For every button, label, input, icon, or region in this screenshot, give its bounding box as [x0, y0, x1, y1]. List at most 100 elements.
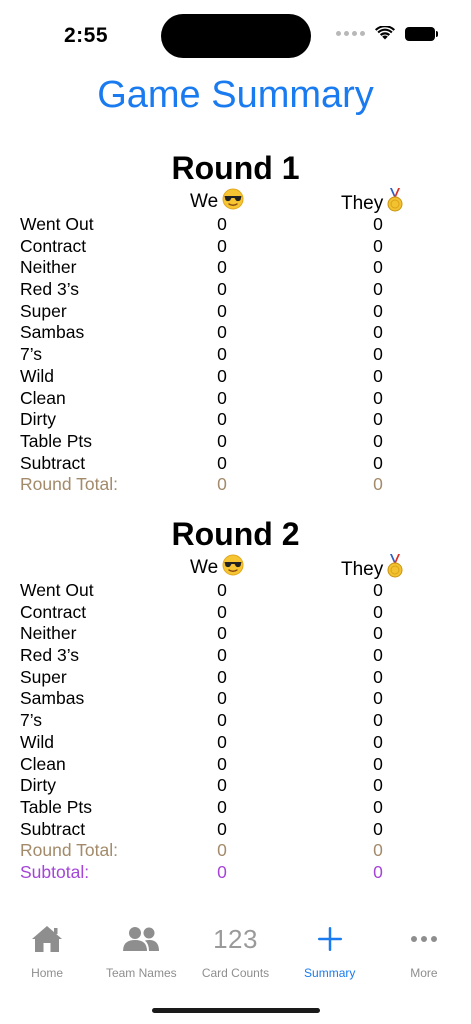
- plus-icon: [317, 920, 343, 958]
- row-label: Subtract: [20, 818, 86, 839]
- we-value: 0: [217, 666, 227, 687]
- we-value: 0: [217, 818, 227, 839]
- row-label: Sambas: [20, 688, 85, 709]
- we-value: 0: [217, 452, 227, 473]
- they-value: 0: [373, 235, 383, 256]
- we-value: 0: [217, 775, 227, 796]
- we-value: 0: [217, 409, 227, 430]
- status-bar: 2:55: [0, 0, 471, 60]
- we-value: 0: [217, 365, 227, 386]
- they-value: 0: [373, 731, 383, 752]
- tab-team-names[interactable]: Team Names: [94, 920, 188, 990]
- numbers-icon: 123: [213, 923, 258, 954]
- they-value: 0: [373, 645, 383, 666]
- page-title: Game Summary: [97, 74, 374, 116]
- tab-label: Summary: [304, 966, 356, 980]
- we-value: 0: [217, 430, 227, 451]
- row-label: Wild: [20, 365, 55, 386]
- team-we-label: We: [190, 557, 219, 578]
- tab-home[interactable]: Home: [0, 920, 94, 990]
- row-label: Contract: [20, 235, 87, 256]
- we-subtotal: 0: [217, 861, 227, 882]
- house-icon: [30, 920, 64, 958]
- sunglasses-face-icon: [222, 188, 244, 216]
- table-row: Clean 0 0: [0, 754, 471, 776]
- row-label: Table Pts: [20, 796, 92, 817]
- table-row: Wild 0 0: [0, 366, 471, 388]
- battery-icon: [405, 26, 438, 41]
- tab-more[interactable]: More: [377, 920, 471, 990]
- table-row: Super 0 0: [0, 301, 471, 323]
- they-value: 0: [373, 430, 383, 451]
- table-row: 7’s 0 0: [0, 344, 471, 366]
- we-value: 0: [217, 645, 227, 666]
- row-label: Table Pts: [20, 430, 92, 451]
- tab-card-counts[interactable]: 123 Card Counts: [188, 920, 282, 990]
- row-label: Clean: [20, 387, 66, 408]
- we-value: 0: [217, 235, 227, 256]
- tab-label: More: [410, 966, 438, 980]
- they-value: 0: [373, 344, 383, 365]
- table-row: Dirty 0 0: [0, 409, 471, 431]
- round-total-label: Round Total:: [20, 474, 118, 495]
- team-we-label: We: [190, 191, 219, 212]
- table-row: Neither 0 0: [0, 623, 471, 645]
- table-row: Red 3’s 0 0: [0, 645, 471, 667]
- they-value: 0: [373, 580, 383, 600]
- round-total-label: Round Total:: [20, 840, 118, 861]
- row-label: Dirty: [20, 409, 56, 430]
- table-row: Table Pts 0 0: [0, 431, 471, 453]
- team-we-header: We: [190, 188, 244, 216]
- team-headers: We They: [0, 188, 471, 214]
- round-total-row: Round Total: 0 0: [0, 840, 471, 862]
- we-value: 0: [217, 796, 227, 817]
- table-row: Subtract 0 0: [0, 819, 471, 841]
- they-value: 0: [373, 796, 383, 817]
- subtotal-label: Subtotal:: [20, 861, 90, 882]
- row-label: Sambas: [20, 322, 85, 343]
- we-value: 0: [217, 710, 227, 731]
- ellipsis-icon: [410, 920, 438, 958]
- we-value: 0: [217, 387, 227, 408]
- status-time: 2:55: [64, 24, 109, 47]
- they-value: 0: [373, 666, 383, 687]
- row-label: Contract: [20, 601, 87, 622]
- row-label: Red 3’s: [20, 279, 80, 300]
- team-we-header: We: [190, 554, 244, 582]
- tab-label: Team Names: [105, 966, 177, 980]
- round-title: Round 2: [171, 516, 300, 552]
- status-icons: [336, 26, 438, 41]
- table-row: Contract 0 0: [0, 236, 471, 258]
- we-round-total: 0: [217, 840, 227, 861]
- table-row: Clean 0 0: [0, 388, 471, 410]
- row-label: Dirty: [20, 775, 56, 796]
- table-row: Sambas 0 0: [0, 322, 471, 344]
- we-value: 0: [217, 753, 227, 774]
- they-value: 0: [373, 688, 383, 709]
- tab-summary[interactable]: Summary: [283, 920, 377, 990]
- row-label: Super: [20, 300, 67, 321]
- table-row: Neither 0 0: [0, 257, 471, 279]
- we-value: 0: [217, 279, 227, 300]
- table-row: Subtract 0 0: [0, 453, 471, 475]
- they-value: 0: [373, 322, 383, 343]
- row-label: Red 3’s: [20, 645, 80, 666]
- row-label: Neither: [20, 257, 77, 278]
- they-value: 0: [373, 409, 383, 430]
- row-label: Neither: [20, 623, 77, 644]
- they-value: 0: [373, 365, 383, 386]
- dynamic-island: [161, 14, 311, 58]
- tab-bar: Home Team Names 123 Card Counts Summary: [0, 920, 471, 990]
- round-total-row: Round Total: 0 0: [0, 474, 471, 496]
- row-label: 7’s: [20, 344, 43, 365]
- team-they-label: They: [341, 193, 384, 214]
- table-row: Table Pts 0 0: [0, 797, 471, 819]
- they-value: 0: [373, 623, 383, 644]
- they-value: 0: [373, 452, 383, 473]
- table-row: Went Out 0 0: [0, 580, 471, 602]
- table-row: Went Out 0 0: [0, 214, 471, 236]
- row-label: Super: [20, 666, 67, 687]
- they-value: 0: [373, 753, 383, 774]
- they-value: 0: [373, 601, 383, 622]
- tab-label: Card Counts: [201, 966, 270, 980]
